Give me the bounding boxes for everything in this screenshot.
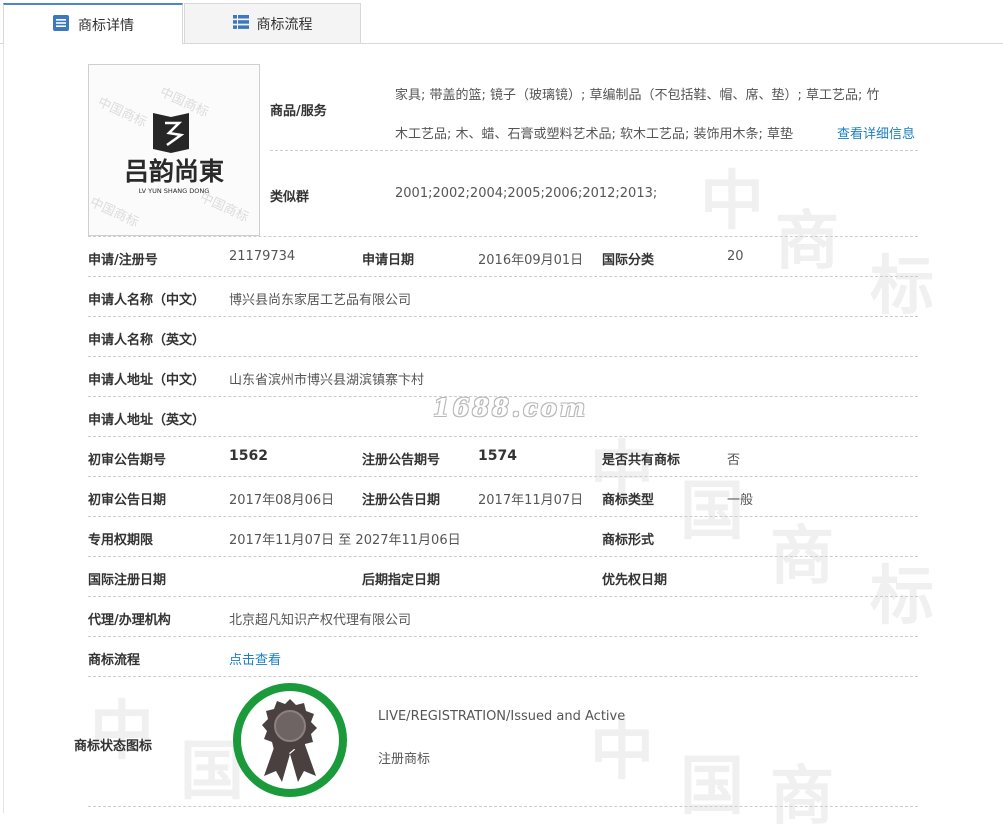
prelim-pub-date-value: 2017年08月06日 [229, 493, 335, 508]
divider [88, 316, 918, 317]
divider [88, 356, 918, 357]
document-list-icon [52, 14, 70, 36]
address-cn-label: 申请人地址（中文） [88, 373, 206, 388]
view-details-link[interactable]: 查看详细信息 [837, 115, 915, 154]
applicant-cn-label: 申请人名称（中文） [88, 293, 206, 308]
grid-list-icon [232, 14, 249, 34]
similar-group-value: 2001;2002;2004;2005;2006;2012;2013; [395, 186, 658, 201]
svg-text:中国商标: 中国商标 [95, 95, 148, 131]
tab-label: 商标流程 [256, 16, 313, 33]
prelim-pub-no-label: 初审公告期号 [88, 453, 167, 468]
goods-services-value: 家具; 带盖的篮; 镜子（玻璃镜）; 草编制品（不包括鞋、帽、席、垫）; 草工艺… [395, 76, 915, 154]
reg-no-value: 21179734 [229, 249, 296, 264]
divider [270, 150, 918, 151]
tab-trademark-details[interactable]: 商标详情 [3, 3, 183, 44]
divider [88, 436, 918, 437]
divider [88, 806, 918, 807]
award-ribbon-icon [230, 680, 350, 800]
applicant-en-label: 申请人名称（英文） [88, 333, 206, 348]
intl-class-label: 国际分类 [602, 253, 655, 268]
divider [88, 276, 918, 277]
similar-group-label: 类似群 [270, 190, 310, 205]
logo-brand-cn: 吕韵尚東 [124, 157, 224, 186]
tab-bar: 商标详情 商标流程 [0, 0, 1003, 44]
divider [88, 636, 918, 637]
priority-date-label: 优先权日期 [602, 573, 668, 588]
apply-date-value: 2016年09月01日 [478, 253, 584, 268]
logo-brand-en: LV YUN SHANG DONG [139, 187, 210, 195]
later-date-label: 后期指定日期 [362, 573, 441, 588]
divider [88, 476, 918, 477]
status-icon-label: 商标状态图标 [74, 739, 153, 754]
agent-label: 代理/办理机构 [88, 613, 171, 628]
exclusive-period-value: 2017年11月07日 至 2027年11月06日 [229, 533, 461, 548]
shared-trademark-label: 是否共有商标 [602, 453, 681, 468]
shared-trademark-value: 否 [727, 453, 741, 468]
intl-class-value: 20 [727, 249, 744, 264]
reg-pub-no-value: 1574 [478, 448, 517, 464]
tm-form-label: 商标形式 [602, 533, 655, 548]
reg-pub-date-label: 注册公告日期 [362, 493, 441, 508]
site-watermark: 1688.com [433, 393, 589, 422]
intl-reg-date-label: 国际注册日期 [88, 573, 167, 588]
divider [88, 556, 918, 557]
divider [88, 516, 918, 517]
view-flow-link[interactable]: 点击查看 [229, 649, 281, 668]
trademark-logo-image: 中国商标 中国商标 中国商标 中国商标 吕韵尚東 LV YUN SHANG DO… [88, 64, 260, 236]
status-cn: 注册商标 [378, 752, 431, 767]
applicant-cn-value: 博兴县尚东家居工艺品有限公司 [229, 293, 412, 308]
svg-text:中国商标: 中国商标 [197, 190, 250, 226]
tab-trademark-flow[interactable]: 商标流程 [184, 3, 361, 43]
apply-date-label: 申请日期 [362, 253, 415, 268]
goods-line: 木工艺品; 木、蜡、石膏或塑料艺术品; 软木工艺品; 装饰用木条; 草垫 [395, 127, 794, 142]
prelim-pub-date-label: 初审公告日期 [88, 493, 167, 508]
agent-value: 北京超凡知识产权代理有限公司 [229, 613, 412, 628]
reg-pub-date-value: 2017年11月07日 [478, 493, 584, 508]
tab-label: 商标详情 [78, 17, 134, 34]
address-en-label: 申请人地址（英文） [88, 413, 206, 428]
status-text: LIVE/REGISTRATION/Issued and Active [378, 709, 626, 724]
tm-type-value: 一般 [727, 493, 754, 508]
divider [88, 676, 918, 677]
prelim-pub-no-value: 1562 [229, 448, 268, 464]
tm-type-label: 商标类型 [602, 493, 655, 508]
divider [88, 596, 918, 597]
flow-label: 商标流程 [88, 653, 141, 668]
reg-no-label: 申请/注册号 [88, 253, 158, 268]
divider [88, 236, 918, 237]
goods-services-label: 商品/服务 [270, 104, 327, 119]
reg-pub-no-label: 注册公告期号 [362, 453, 441, 468]
exclusive-period-label: 专用权期限 [88, 533, 154, 548]
address-cn-value: 山东省滨州市博兴县湖滨镇寨卞村 [229, 373, 425, 388]
goods-line: 家具; 带盖的篮; 镜子（玻璃镜）; 草编制品（不包括鞋、帽、席、垫）; 草工艺… [395, 88, 880, 103]
svg-text:中国商标: 中国商标 [89, 195, 141, 231]
